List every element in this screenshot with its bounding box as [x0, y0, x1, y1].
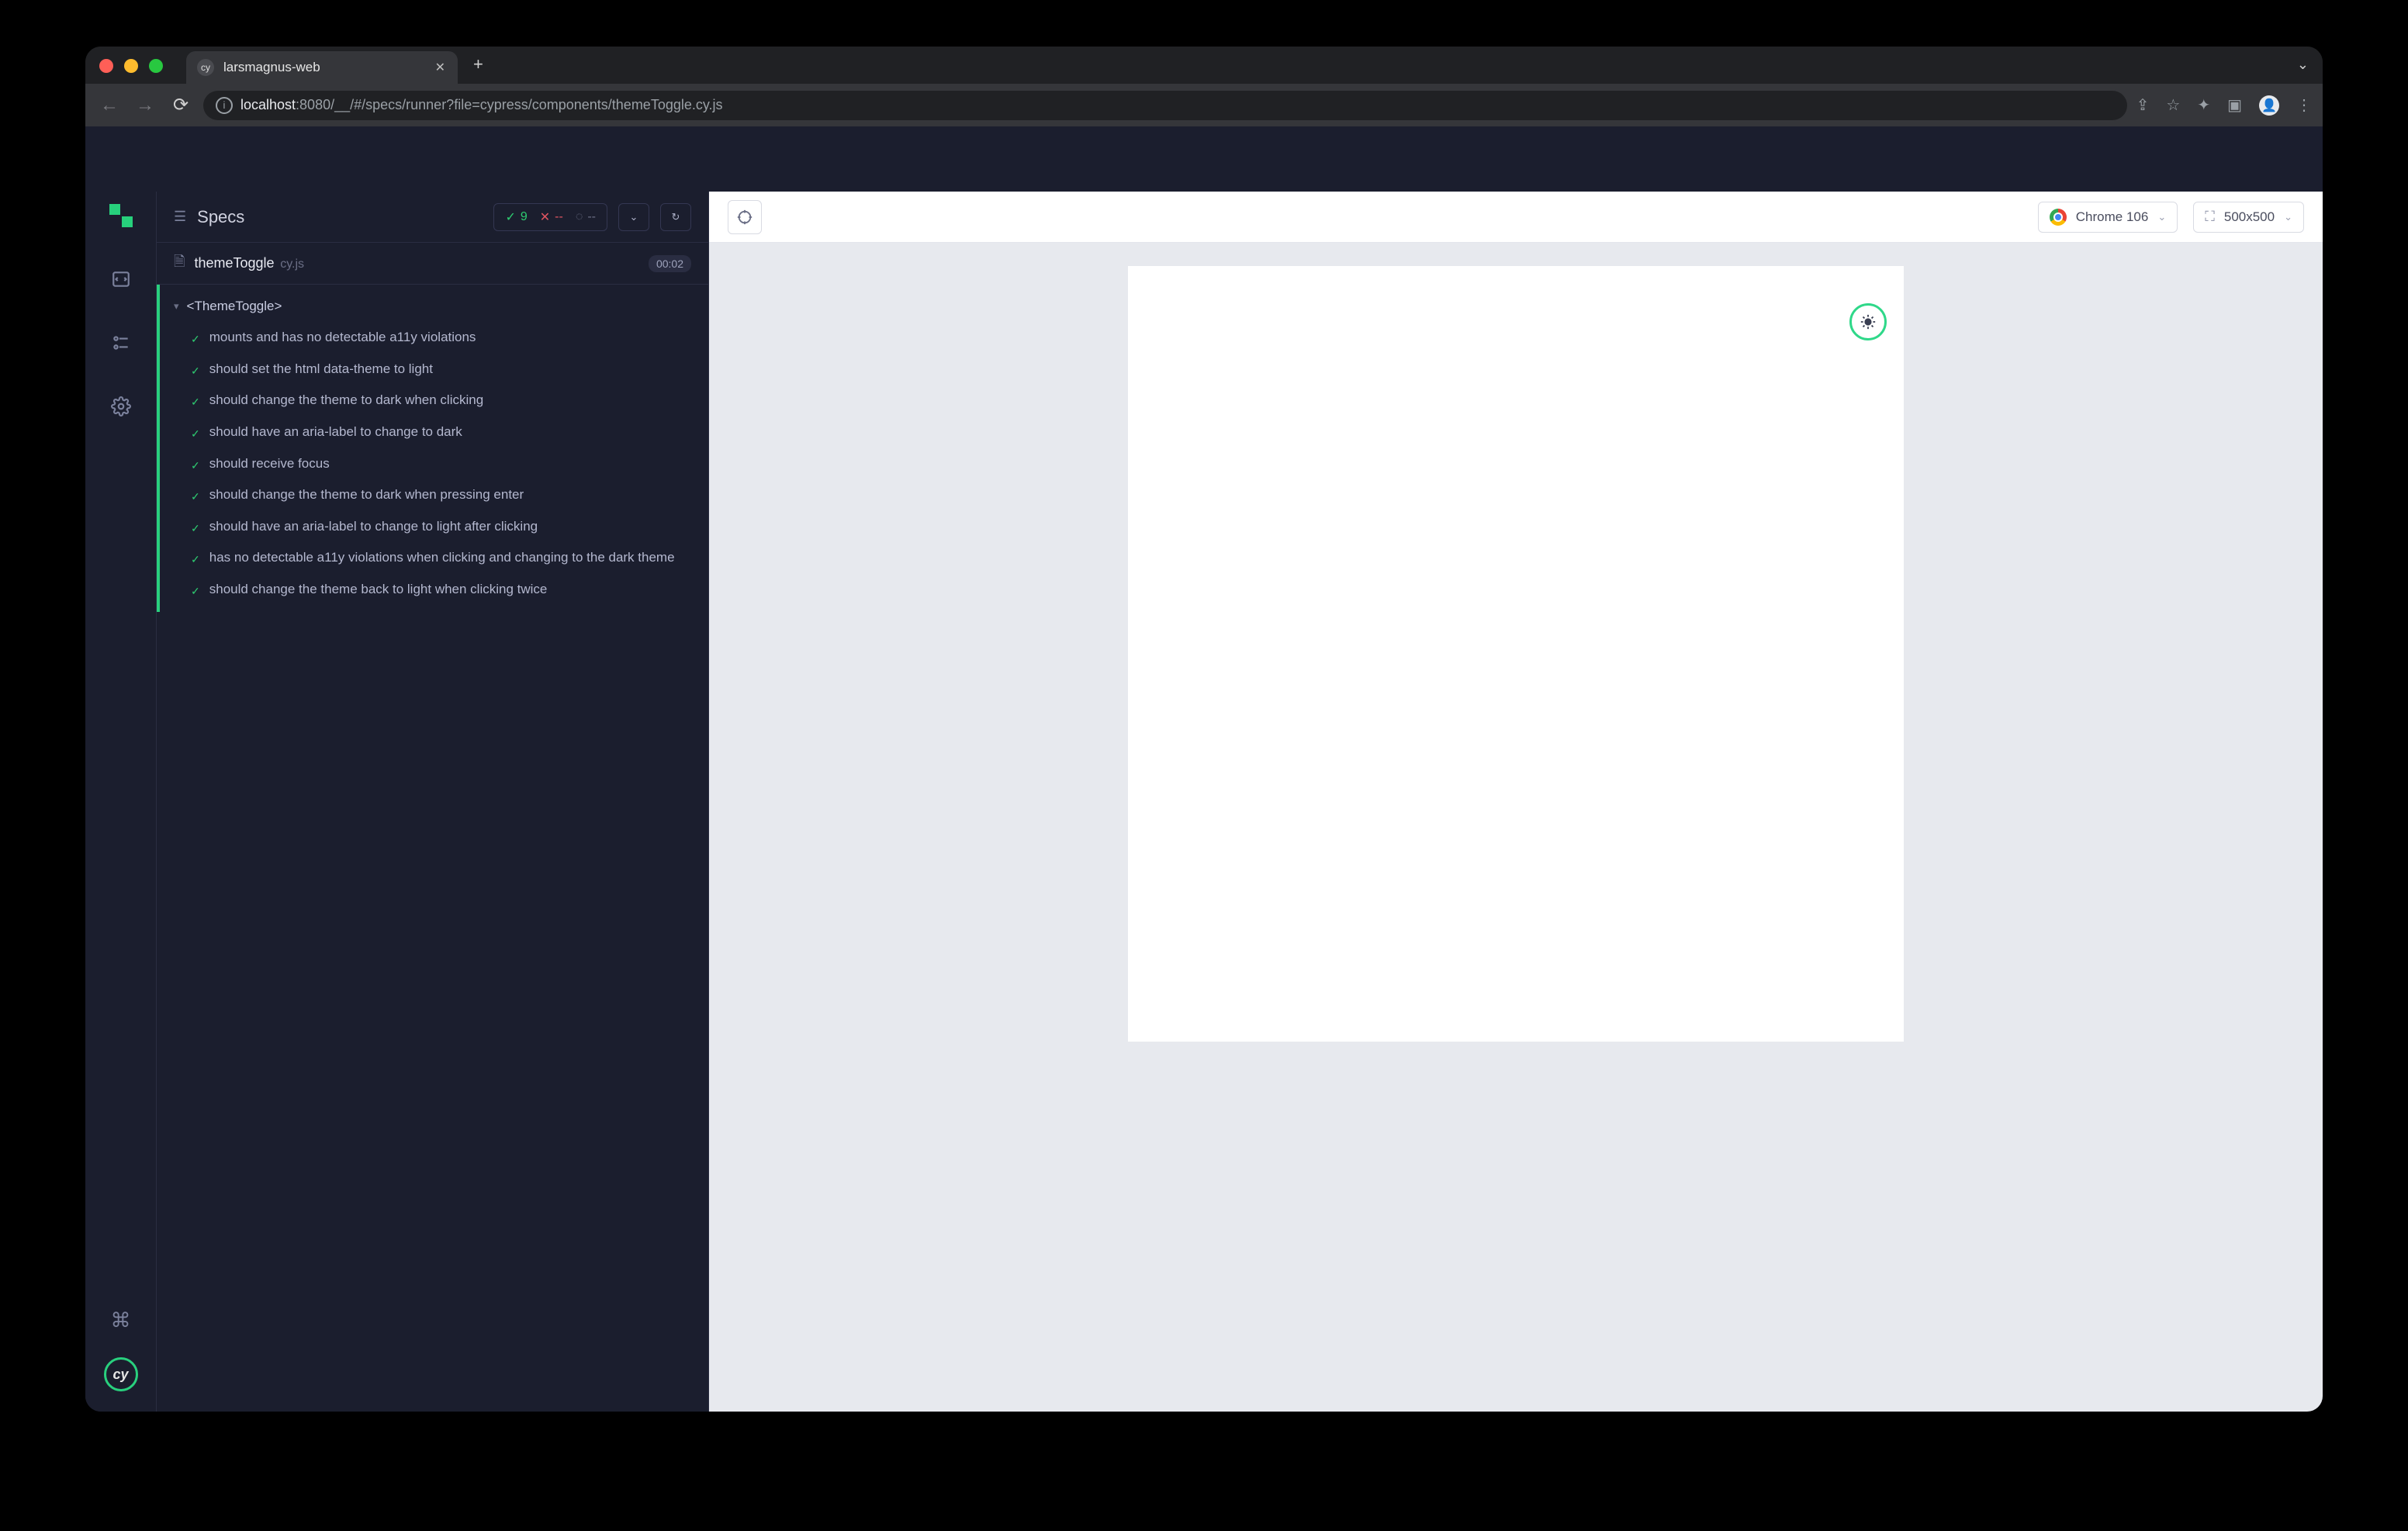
pending-count: ◌ --: [576, 210, 596, 224]
test-title: should change the theme to dark when cli…: [209, 391, 483, 410]
window-zoom-button[interactable]: [149, 59, 163, 73]
viewport-label: 500x500: [2224, 209, 2275, 225]
reporter-header: ☰ Specs ✓ 9 ✕ -- ◌ -- ⌄ ↻: [157, 192, 708, 243]
sidepanel-icon[interactable]: ▣: [2227, 95, 2242, 115]
share-icon[interactable]: ⇪: [2136, 95, 2150, 115]
check-icon: ✓: [191, 363, 200, 378]
check-icon: ✓: [191, 426, 200, 441]
test-title: should change the theme back to light wh…: [209, 580, 548, 600]
describe-title[interactable]: ▾ <ThemeToggle>: [160, 291, 708, 322]
tab-title: larsmagnus-web: [223, 60, 426, 75]
file-icon: 🗎: [174, 252, 185, 275]
spec-duration: 00:02: [649, 255, 691, 272]
tab-favicon: cy: [197, 59, 214, 76]
aut-toolbar: Chrome 106 ⌄ ⛶ 500x500 ⌄: [709, 192, 2323, 243]
test-row[interactable]: ✓ should change the theme to dark when cl…: [160, 385, 708, 416]
test-row[interactable]: ✓ should change the theme back to light w…: [160, 574, 708, 606]
test-stats: ✓ 9 ✕ -- ◌ --: [493, 203, 607, 231]
describe-label: <ThemeToggle>: [187, 299, 282, 314]
window-close-button[interactable]: [99, 59, 113, 73]
specs-title[interactable]: ☰ Specs: [174, 207, 244, 227]
spec-ext: cy.js: [280, 257, 304, 271]
test-title: should change the theme to dark when pre…: [209, 486, 524, 505]
test-title: should have an aria-label to change to d…: [209, 423, 462, 442]
browser-menu-icon[interactable]: ⋮: [2296, 95, 2312, 115]
test-row[interactable]: ✓ should have an aria-label to change to …: [160, 511, 708, 543]
titlebar: cy larsmagnus-web ✕ + ⌄: [85, 47, 2323, 84]
app-topbar: [85, 126, 2323, 192]
stats-group: ✓ 9 ✕ -- ◌ -- ⌄ ↻: [493, 203, 691, 231]
passed-count: ✓ 9: [505, 209, 527, 225]
test-title: mounts and has no detectable a11y violat…: [209, 328, 476, 347]
test-row[interactable]: ✓ should set the html data-theme to light: [160, 354, 708, 385]
cypress-app: ⌘ cy ☰ Specs ✓ 9 ✕ -- ◌ --: [85, 126, 2323, 1412]
check-icon: ✓: [191, 331, 200, 347]
browser-toolbar: ← → ⟳ i localhost:8080/__/#/specs/runner…: [85, 84, 2323, 126]
url-host: localhost:8080/__/#/specs/runner?file=cy…: [240, 97, 723, 113]
test-row[interactable]: ✓ mounts and has no detectable a11y viola…: [160, 322, 708, 354]
test-reporter: ☰ Specs ✓ 9 ✕ -- ◌ -- ⌄ ↻: [157, 192, 709, 1412]
tab-close-button[interactable]: ✕: [435, 60, 445, 75]
chevron-down-icon: ⌄: [2284, 211, 2292, 223]
cypress-badge-icon[interactable]: cy: [104, 1357, 138, 1391]
nav-reload-button[interactable]: ⟳: [168, 94, 194, 116]
tab-overflow-button[interactable]: ⌄: [2297, 57, 2309, 73]
address-bar[interactable]: i localhost:8080/__/#/specs/runner?file=…: [203, 91, 2127, 120]
aut-panel: Chrome 106 ⌄ ⛶ 500x500 ⌄: [709, 192, 2323, 1412]
browser-window: cy larsmagnus-web ✕ + ⌄ ← → ⟳ i localhos…: [85, 47, 2323, 1412]
theme-toggle-button[interactable]: [1849, 303, 1887, 340]
viewport-icon: ⛶: [2205, 209, 2215, 225]
browser-selector[interactable]: Chrome 106 ⌄: [2038, 202, 2178, 233]
check-icon: ✓: [191, 489, 200, 504]
browser-label: Chrome 106: [2076, 209, 2149, 225]
runs-nav-icon[interactable]: [108, 330, 134, 356]
test-row[interactable]: ✓ should change the theme to dark when pr…: [160, 479, 708, 511]
test-list: ✓ mounts and has no detectable a11y viola…: [160, 322, 708, 606]
test-title: has no detectable a11y violations when c…: [209, 548, 675, 568]
site-info-icon[interactable]: i: [216, 97, 233, 114]
toolbar-right: ⇪ ☆ ✦ ▣ 👤 ⋮: [2136, 95, 2312, 116]
keyboard-shortcuts-icon[interactable]: ⌘: [111, 1308, 131, 1332]
viewport-selector[interactable]: ⛶ 500x500 ⌄: [2193, 202, 2304, 233]
chevron-down-icon: ▾: [174, 300, 179, 313]
describe-block: ▾ <ThemeToggle> ✓ mounts and has no detec…: [157, 285, 708, 612]
settings-nav-icon[interactable]: [108, 393, 134, 420]
spec-name: themeToggle: [194, 255, 274, 271]
test-title: should have an aria-label to change to l…: [209, 517, 538, 537]
check-icon: ✓: [191, 551, 200, 567]
test-title: should receive focus: [209, 454, 330, 474]
check-icon: ✓: [191, 394, 200, 410]
check-icon: ✓: [191, 520, 200, 536]
cypress-logo-icon[interactable]: [108, 202, 134, 229]
specs-nav-icon[interactable]: [108, 266, 134, 292]
check-icon: ✓: [191, 583, 200, 599]
spec-file-row[interactable]: 🗎 themeToggle cy.js 00:02: [157, 243, 708, 285]
nav-rail: ⌘ cy: [85, 192, 157, 1412]
chrome-icon: [2050, 209, 2067, 226]
window-controls: [99, 59, 163, 73]
rerun-button[interactable]: ↻: [660, 203, 691, 231]
new-tab-button[interactable]: +: [473, 54, 483, 74]
test-row[interactable]: ✓ should have an aria-label to change to …: [160, 416, 708, 448]
nav-forward-button[interactable]: →: [132, 95, 158, 116]
window-minimize-button[interactable]: [124, 59, 138, 73]
stats-dropdown-button[interactable]: ⌄: [618, 203, 649, 231]
list-icon: ☰: [174, 209, 186, 225]
check-icon: ✓: [191, 458, 200, 473]
test-row[interactable]: ✓ should receive focus: [160, 448, 708, 480]
aut-stage: [709, 243, 2323, 1412]
failed-count: ✕ --: [540, 209, 563, 225]
aut-iframe: [1128, 266, 1904, 1042]
specs-title-label: Specs: [197, 207, 244, 227]
nav-back-button[interactable]: ←: [96, 95, 123, 116]
browser-tab[interactable]: cy larsmagnus-web ✕: [186, 51, 458, 84]
profile-avatar[interactable]: 👤: [2259, 95, 2279, 116]
test-title: should set the html data-theme to light: [209, 360, 433, 379]
bookmark-icon[interactable]: ☆: [2166, 95, 2180, 115]
extensions-icon[interactable]: ✦: [2197, 95, 2210, 115]
selector-playground-button[interactable]: [728, 200, 762, 234]
chevron-down-icon: ⌄: [2157, 211, 2166, 223]
app-body: ⌘ cy ☰ Specs ✓ 9 ✕ -- ◌ --: [85, 192, 2323, 1412]
test-row[interactable]: ✓ has no detectable a11y violations when …: [160, 542, 708, 574]
